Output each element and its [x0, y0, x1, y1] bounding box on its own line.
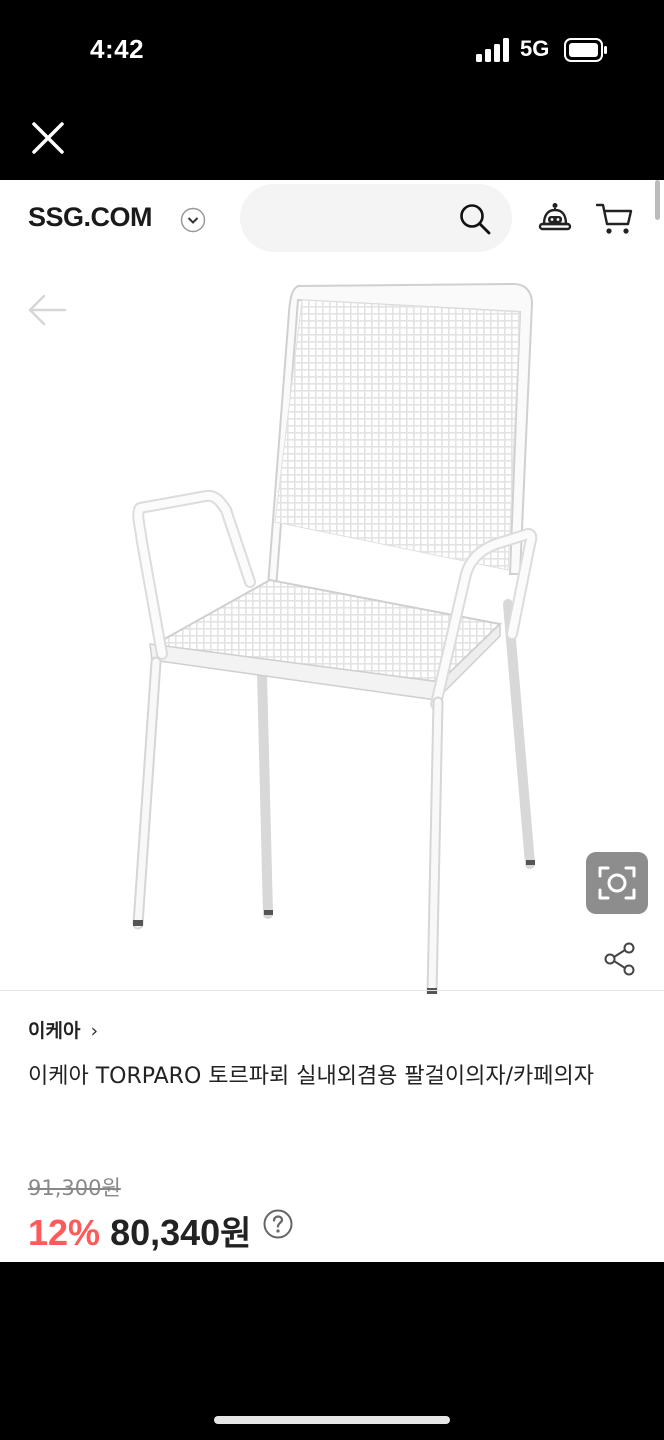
camera-scan-icon: [598, 866, 636, 900]
search-icon[interactable]: [458, 202, 492, 236]
chatbot-icon[interactable]: [538, 202, 572, 236]
chevron-right-icon: ›: [90, 1020, 99, 1042]
brand-link[interactable]: 이케아 ›: [28, 1016, 98, 1043]
site-logo[interactable]: SSG.COM: [28, 202, 153, 233]
divider: [0, 990, 664, 991]
chevron-down-icon[interactable]: [180, 207, 206, 233]
price-row: 12% 80,340원: [28, 1206, 293, 1254]
product-title: 이케아 TORPARO 토르파뢰 실내외겸용 팔걸이의자/카페의자: [28, 1064, 594, 1089]
brand-name: 이케아: [28, 1020, 81, 1042]
close-icon[interactable]: [28, 118, 68, 158]
share-icon[interactable]: [604, 942, 636, 976]
sale-price: 80,340: [110, 1212, 221, 1253]
original-price: 91,300원: [28, 1176, 121, 1200]
image-search-button[interactable]: [586, 852, 648, 914]
signal-icon: [476, 38, 509, 62]
cart-icon[interactable]: [596, 202, 634, 236]
help-icon[interactable]: [263, 1209, 293, 1239]
home-indicator[interactable]: [214, 1416, 450, 1424]
network-label: 5G: [520, 36, 550, 61]
web-view: SSG.COM 이케아 › 이케아 TORPARO 토르파뢰 실내외겸용 팔걸이…: [0, 180, 664, 1262]
back-arrow-icon[interactable]: [26, 292, 68, 328]
price-unit: 원: [220, 1214, 252, 1254]
status-time: 4:42: [90, 34, 145, 64]
browser-close-bar: [0, 100, 664, 180]
battery-icon: [564, 38, 607, 62]
site-header: SSG.COM: [0, 180, 664, 264]
bottom-area: [0, 1262, 664, 1440]
status-bar: 4:42 5G: [0, 0, 664, 100]
product-image[interactable]: [0, 264, 664, 994]
discount-rate: 12%: [28, 1212, 101, 1253]
